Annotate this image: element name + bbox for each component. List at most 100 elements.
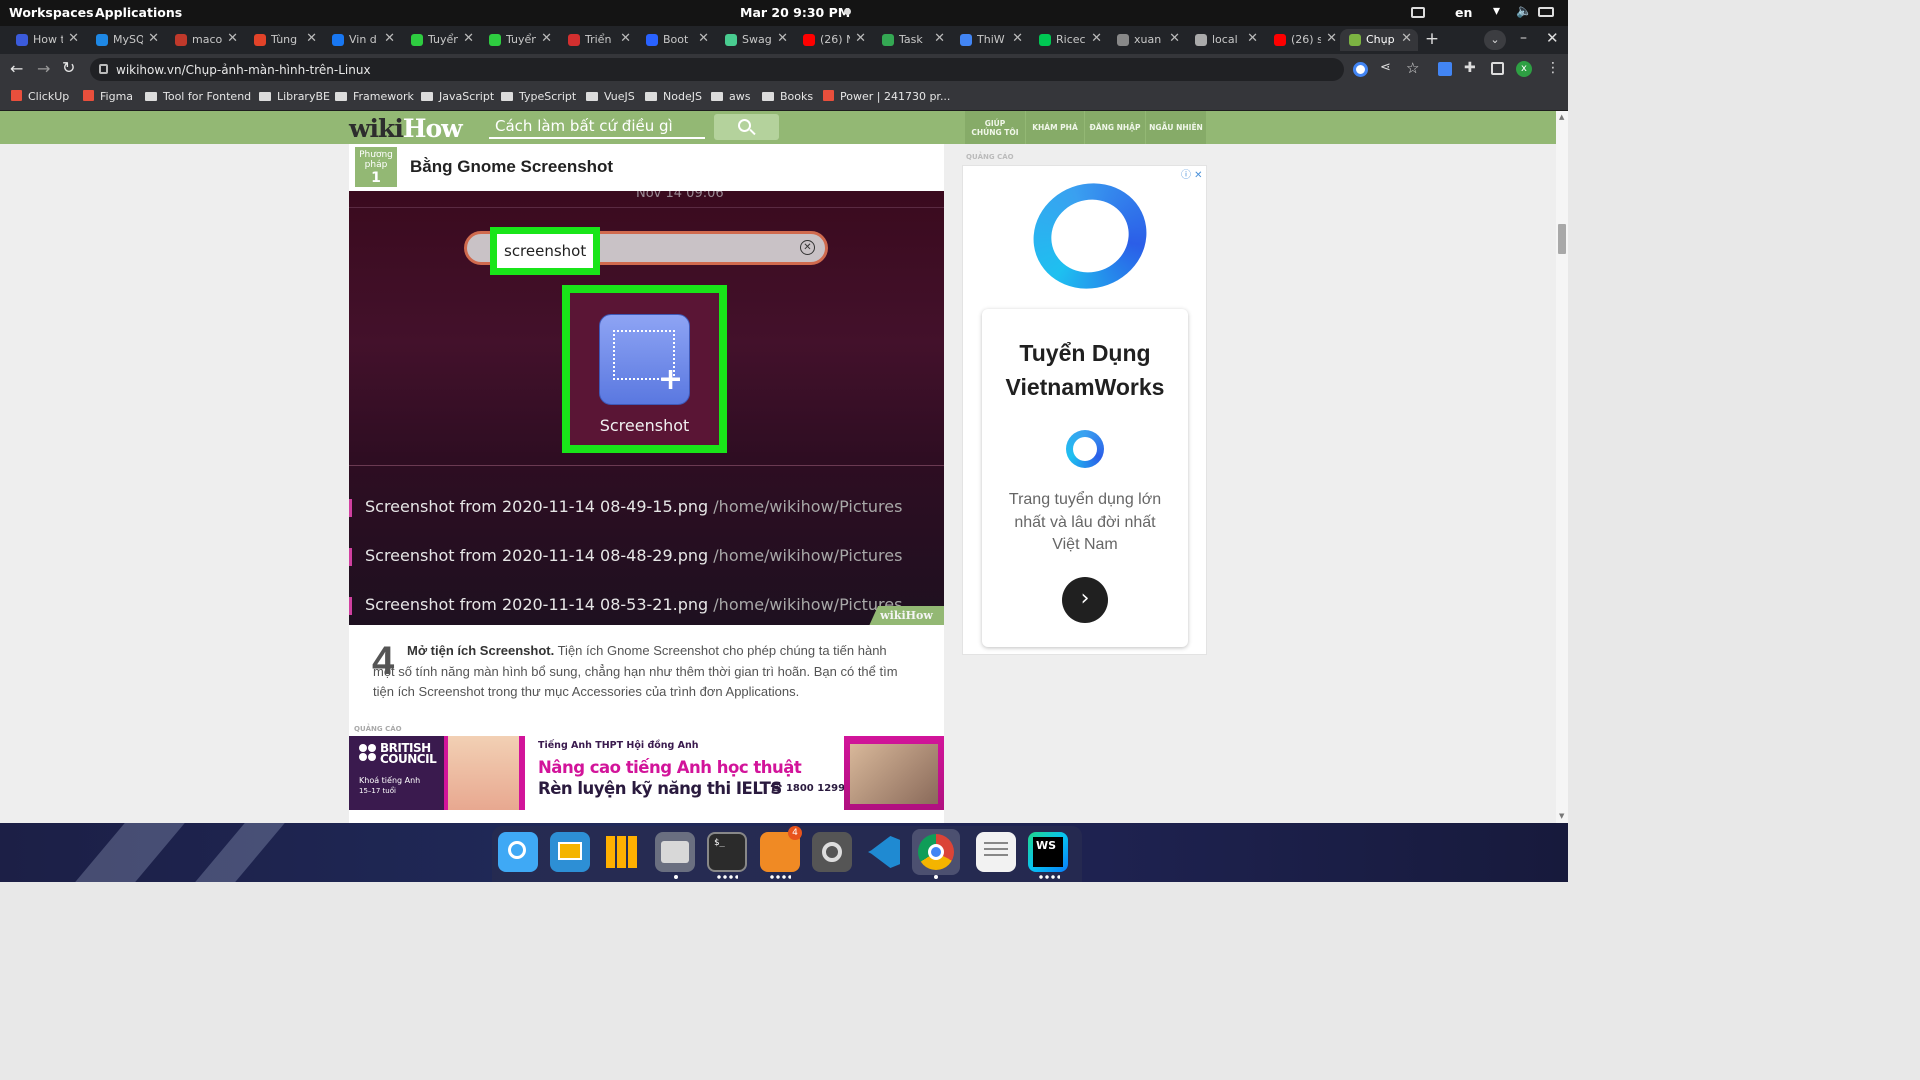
terminal-icon[interactable]: $_ xyxy=(707,832,747,872)
tab-11[interactable]: (26) N ✕ xyxy=(794,29,872,51)
tab-9[interactable]: Boot ✕ xyxy=(637,29,715,51)
google-lens-icon[interactable] xyxy=(1353,62,1368,77)
minimize-button[interactable]: – xyxy=(1520,30,1527,46)
tab-close-icon[interactable]: ✕ xyxy=(620,31,631,46)
tab-close-icon[interactable]: ✕ xyxy=(1247,31,1258,46)
tab-2[interactable]: MySQ ✕ xyxy=(87,29,165,51)
share-icon[interactable]: ⋖ xyxy=(1380,60,1391,75)
nav-help-us[interactable]: GIÚP CHÚNG TÔI xyxy=(965,111,1025,144)
settings-gear-icon[interactable] xyxy=(812,832,852,872)
side-panel-icon[interactable] xyxy=(1491,62,1504,75)
tab-1[interactable]: How t ✕ xyxy=(7,29,85,51)
volume-icon[interactable]: 🔈 xyxy=(1516,4,1532,19)
bookmark-10[interactable]: aws xyxy=(711,90,750,103)
bookmark-2[interactable]: Figma xyxy=(83,90,133,103)
search-button[interactable] xyxy=(714,114,779,140)
forward-arrow-icon[interactable]: → xyxy=(37,59,50,78)
webstorm-icon[interactable]: WS xyxy=(1028,832,1068,872)
side-ad-next-button[interactable]: › xyxy=(1062,577,1108,623)
nav-login[interactable]: ĐĂNG NHẬP xyxy=(1085,111,1145,144)
bookmark-6[interactable]: JavaScript xyxy=(421,90,494,103)
tab-close-icon[interactable]: ✕ xyxy=(855,31,866,46)
page-scrollbar[interactable]: ▲ ▼ xyxy=(1556,111,1568,823)
bookmark-8[interactable]: VueJS xyxy=(586,90,635,103)
vscode-icon[interactable] xyxy=(864,832,904,872)
applications-menu[interactable]: Applications xyxy=(95,5,182,20)
tab-close-icon[interactable]: ✕ xyxy=(306,31,317,46)
tab-close-icon[interactable]: ✕ xyxy=(1012,31,1023,46)
bookmark-star-icon[interactable]: ☆ xyxy=(1406,59,1419,77)
workspace-switcher-icon[interactable] xyxy=(550,832,590,872)
tab-close-icon[interactable]: ✕ xyxy=(227,31,238,46)
tab-3[interactable]: maco ✕ xyxy=(166,29,244,51)
scroll-down-arrow[interactable]: ▼ xyxy=(1559,812,1564,820)
tab-17[interactable]: (26) s ✕ xyxy=(1265,29,1343,51)
close-window-button[interactable]: ✕ xyxy=(1546,29,1559,47)
scroll-up-arrow[interactable]: ▲ xyxy=(1559,113,1564,121)
tab-5[interactable]: Vin d ✕ xyxy=(323,29,401,51)
address-bar[interactable]: wikihow.vn/Chụp-ảnh-màn-hình-trên-Linux … xyxy=(90,58,1419,81)
scrollbar-thumb[interactable] xyxy=(1558,224,1566,254)
text-editor-icon[interactable] xyxy=(976,832,1016,872)
tab-15[interactable]: xuan ✕ xyxy=(1108,29,1186,51)
app-grid-icon[interactable] xyxy=(602,832,642,872)
tab-close-icon[interactable]: ✕ xyxy=(1091,31,1102,46)
menu-icon[interactable]: ⋮ xyxy=(1546,60,1560,76)
bookmark-4[interactable]: LibraryBE xyxy=(259,90,330,103)
tab-close-icon[interactable]: ✕ xyxy=(698,31,709,46)
tab-4[interactable]: Tùng ✕ xyxy=(245,29,323,51)
extensions-icon[interactable]: ✚ xyxy=(1464,60,1476,76)
tab-12[interactable]: Task ✕ xyxy=(873,29,951,51)
tab-13[interactable]: ThiW ✕ xyxy=(951,29,1029,51)
tab-7[interactable]: Tuyển ✕ xyxy=(480,29,558,51)
new-tab-button[interactable]: + xyxy=(1422,30,1442,50)
workspaces-menu[interactable]: Workspaces xyxy=(9,5,94,20)
side-ad[interactable]: ⓘ ✕ Tuyển Dụng VietnamWorks Trang tuyển d… xyxy=(962,165,1207,655)
banner-ad[interactable]: BRITISH COUNCIL Khoá tiếng Anh 15–17 tuổi … xyxy=(349,736,944,810)
tab-close-icon[interactable]: ✕ xyxy=(541,31,552,46)
tab-close-icon[interactable]: ✕ xyxy=(1326,31,1337,46)
bookmark-12[interactable]: Power | 241730 pr... xyxy=(823,90,950,103)
chrome-icon[interactable] xyxy=(912,829,960,875)
bookmark-9[interactable]: NodeJS xyxy=(645,90,702,103)
lock-icon[interactable] xyxy=(99,64,108,74)
tab-close-icon[interactable]: ✕ xyxy=(777,31,788,46)
tab-close-icon[interactable]: ✕ xyxy=(934,31,945,46)
tab-close-icon[interactable]: ✕ xyxy=(1169,31,1180,46)
clock[interactable]: Mar 20 9:30 PM xyxy=(740,5,850,20)
software-center-icon[interactable]: 4 xyxy=(760,826,802,872)
wikihow-logo[interactable]: wikiHow xyxy=(349,114,463,143)
back-arrow-icon[interactable]: ← xyxy=(10,59,23,78)
tab-10[interactable]: Swag ✕ xyxy=(716,29,794,51)
reload-icon[interactable]: ↻ xyxy=(62,58,75,77)
adchoices-icon[interactable]: ⓘ ✕ xyxy=(1181,166,1203,181)
tab-16[interactable]: local ✕ xyxy=(1186,29,1264,51)
tab-search-button[interactable]: ⌄ xyxy=(1484,30,1506,50)
bookmark-3[interactable]: Tool for Fontend xyxy=(145,90,251,103)
tab-close-icon[interactable]: ✕ xyxy=(68,31,79,46)
tab-close-icon[interactable]: ✕ xyxy=(384,31,395,46)
tab-close-icon[interactable]: ✕ xyxy=(463,31,474,46)
side-ad-card[interactable]: Tuyển Dụng VietnamWorks Trang tuyển dụng … xyxy=(982,309,1188,647)
tab-close-icon[interactable]: ✕ xyxy=(1401,31,1412,46)
tab-18[interactable]: Chụp ✕ xyxy=(1340,29,1418,51)
tab-close-icon[interactable]: ✕ xyxy=(148,31,159,46)
language-indicator[interactable]: en xyxy=(1455,5,1472,20)
tab-8[interactable]: Triển ✕ xyxy=(559,29,637,51)
translate-extension-icon[interactable] xyxy=(1438,62,1452,76)
search-app-icon[interactable] xyxy=(498,832,538,872)
profile-avatar[interactable]: x xyxy=(1516,61,1532,77)
bookmark-11[interactable]: Books xyxy=(762,90,813,103)
tab-6[interactable]: Tuyển ✕ xyxy=(402,29,480,51)
wifi-icon[interactable]: ▾ xyxy=(1493,3,1500,19)
search-input[interactable]: Cách làm bất cứ điều gì xyxy=(489,115,705,139)
nav-random[interactable]: NGẪU NHIÊN xyxy=(1146,111,1206,144)
screen-icon[interactable] xyxy=(1411,7,1425,18)
bookmark-5[interactable]: Framework xyxy=(335,90,414,103)
tab-14[interactable]: Ricec ✕ xyxy=(1030,29,1108,51)
bookmark-7[interactable]: TypeScript xyxy=(501,90,576,103)
nav-explore[interactable]: KHÁM PHÁ xyxy=(1026,111,1084,144)
files-icon[interactable] xyxy=(655,832,695,872)
battery-icon[interactable] xyxy=(1538,7,1554,17)
bookmark-1[interactable]: ClickUp xyxy=(11,90,69,103)
